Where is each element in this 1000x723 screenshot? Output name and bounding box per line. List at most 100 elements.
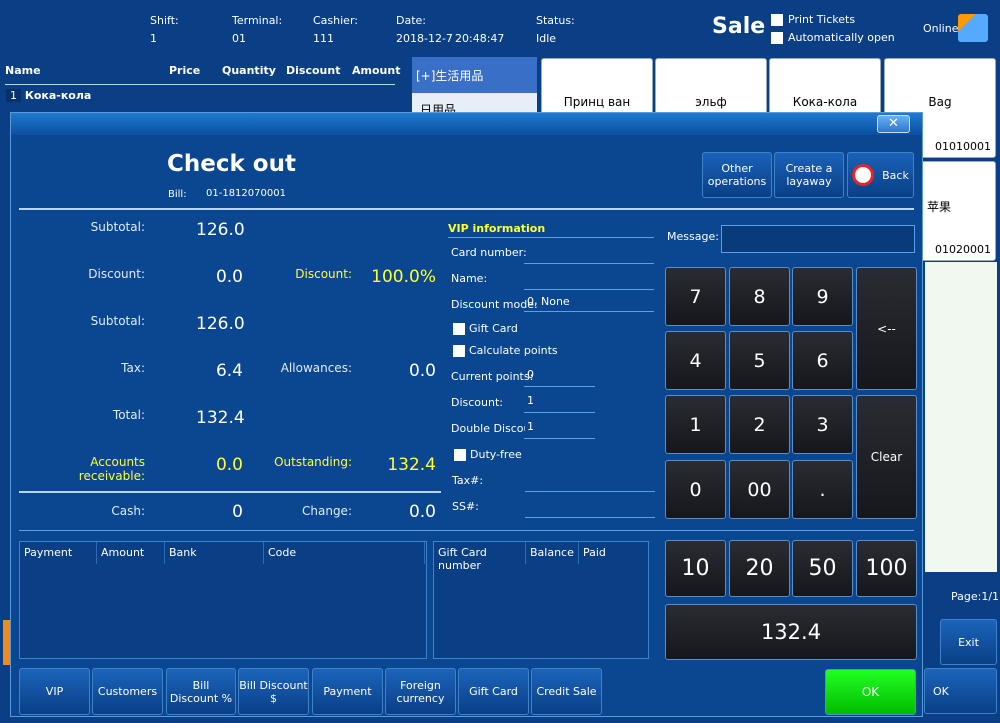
- calculate-points-checkbox[interactable]: [453, 345, 465, 357]
- divider: [19, 491, 441, 493]
- ss-number-label: SS#:: [452, 500, 479, 513]
- key-1[interactable]: 1: [665, 395, 726, 454]
- change-label: Change:: [302, 504, 352, 518]
- online-label: Online: [923, 22, 959, 35]
- gift-card-button[interactable]: Gift Card: [458, 668, 529, 715]
- name-label: Name:: [451, 272, 488, 285]
- status-value: Idle: [536, 32, 557, 45]
- bill-discount-percent-button[interactable]: Bill Discount %: [166, 668, 236, 715]
- category-item[interactable]: 日用品: [412, 93, 537, 117]
- ss-number-field[interactable]: [525, 517, 655, 518]
- product-name: 苹果: [927, 200, 952, 214]
- auto-open-label: Automatically open: [788, 31, 895, 44]
- gift-card-table: Gift Card number Balance Paid: [433, 541, 649, 659]
- key-7[interactable]: 7: [665, 267, 726, 326]
- double-discount-value[interactable]: 1: [527, 420, 534, 433]
- discount-mode-label: Discount mode:: [451, 298, 538, 311]
- product-name: Принц ван: [563, 95, 631, 109]
- col-name: Name: [5, 64, 41, 77]
- name-field[interactable]: [524, 289, 654, 290]
- bill-label: Bill:: [168, 189, 187, 200]
- key-dot[interactable]: .: [792, 460, 853, 519]
- col-amount: Amount: [352, 64, 401, 77]
- checkout-dialog: ✕ Check out Bill: 01-1812070001 Other op…: [10, 112, 923, 717]
- discount-label: Discount:: [88, 267, 145, 281]
- receivable-value: 0.0: [215, 455, 243, 475]
- key-4[interactable]: 4: [665, 331, 726, 390]
- key-00[interactable]: 00: [729, 460, 790, 519]
- cart-row[interactable]: 1 Кока-кола: [6, 89, 91, 102]
- key-5[interactable]: 5: [729, 331, 790, 390]
- key-0[interactable]: 0: [665, 460, 726, 519]
- key-8[interactable]: 8: [729, 267, 790, 326]
- print-tickets-checkbox[interactable]: [771, 14, 783, 26]
- key-9[interactable]: 9: [792, 267, 853, 326]
- back-button[interactable]: Back: [847, 152, 914, 198]
- vip-discount-label: Discount:: [451, 396, 503, 409]
- amount-display: 132.4: [665, 604, 917, 660]
- terminal-value: 01: [232, 32, 246, 45]
- customers-button[interactable]: Customers: [92, 668, 163, 715]
- cashier-label: Cashier:: [313, 14, 358, 27]
- shift-value: 1: [150, 32, 157, 45]
- card-number-label: Card number:: [451, 246, 527, 259]
- dialog-title: Check out: [167, 151, 296, 177]
- quick-50[interactable]: 50: [792, 540, 853, 597]
- outstanding-value: 132.4: [387, 455, 436, 475]
- divider: [524, 438, 595, 439]
- product-name: Кока-кола: [792, 95, 858, 109]
- quick-10[interactable]: 10: [665, 540, 726, 597]
- payment-button[interactable]: Payment: [312, 668, 383, 715]
- message-input[interactable]: [721, 225, 915, 253]
- card-number-field[interactable]: [524, 263, 654, 264]
- ok-button[interactable]: OK: [825, 669, 916, 715]
- total-label: Total:: [112, 408, 145, 422]
- credit-sale-button[interactable]: Credit Sale: [531, 668, 602, 715]
- col-price: Price: [169, 64, 201, 77]
- discount-value: 0.0: [215, 267, 243, 287]
- key-6[interactable]: 6: [792, 331, 853, 390]
- row-name: Кока-кола: [24, 89, 92, 102]
- cash-label: Cash:: [111, 504, 145, 518]
- divider: [524, 412, 595, 413]
- vip-discount-value[interactable]: 1: [527, 394, 534, 407]
- network-icon: [958, 14, 988, 42]
- create-layaway-button[interactable]: Create a layaway: [774, 152, 844, 198]
- message-label: Message:: [667, 230, 719, 243]
- gift-card-checkbox[interactable]: [453, 323, 465, 335]
- no-entry-icon: [852, 164, 875, 186]
- other-operations-button[interactable]: Other operations: [702, 152, 772, 198]
- close-button[interactable]: ✕: [877, 115, 910, 133]
- allowances-value: 0.0: [408, 361, 436, 381]
- divider: [19, 530, 914, 531]
- clear-key[interactable]: Clear: [856, 395, 917, 519]
- category-item[interactable]: [+]生活用品: [412, 57, 537, 93]
- terminal-label: Terminal:: [232, 14, 283, 27]
- divider: [5, 84, 395, 85]
- bill-discount-amount-button[interactable]: Bill Discount $: [238, 668, 309, 715]
- page-indicator: Page:1/1: [951, 590, 1000, 603]
- quick-20[interactable]: 20: [729, 540, 790, 597]
- status-label: Status:: [536, 14, 575, 27]
- key-3[interactable]: 3: [792, 395, 853, 454]
- shift-label: Shift:: [150, 14, 179, 27]
- key-2[interactable]: 2: [729, 395, 790, 454]
- subtotal-value: 126.0: [196, 220, 245, 240]
- vip-title: VIP information: [448, 222, 546, 235]
- product-name: Bag: [928, 95, 952, 109]
- current-points-label: Current points:: [451, 370, 534, 383]
- foreign-currency-button[interactable]: Foreign currency: [385, 668, 456, 715]
- exit-button[interactable]: Exit: [940, 619, 997, 665]
- auto-open-checkbox[interactable]: [771, 32, 783, 44]
- quick-100[interactable]: 100: [856, 540, 917, 597]
- tax-number-field[interactable]: [525, 491, 655, 492]
- side-ok-button[interactable]: OK: [924, 668, 997, 714]
- col-code: Code: [264, 542, 425, 564]
- backspace-key[interactable]: <--: [856, 267, 917, 390]
- duty-free-checkbox[interactable]: [454, 449, 466, 461]
- vip-button[interactable]: VIP: [19, 668, 90, 715]
- discount-pct-label: Discount:: [295, 267, 352, 281]
- duty-free-label: Duty-free: [470, 448, 522, 461]
- cash-value[interactable]: 0: [161, 502, 243, 522]
- discount-mode-value[interactable]: 0, None: [527, 295, 570, 308]
